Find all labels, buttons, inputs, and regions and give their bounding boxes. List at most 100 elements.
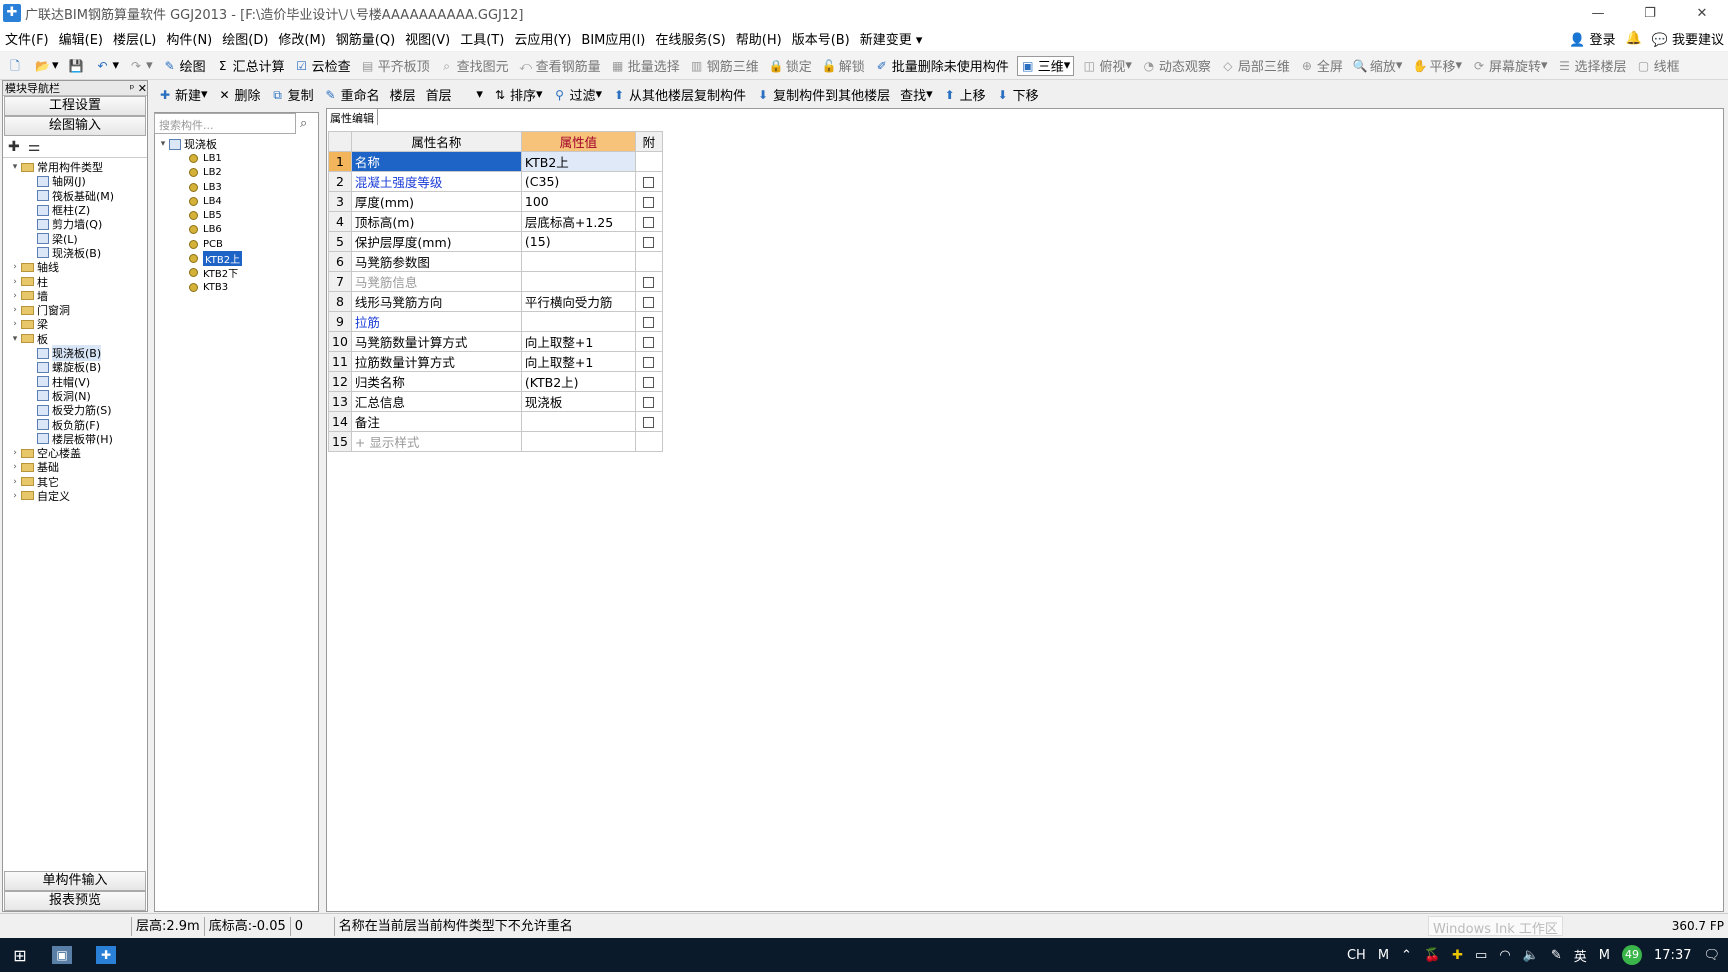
windows-ink-workspace[interactable]: Windows Ink 工作区: [1428, 916, 1563, 937]
nav-tree-item[interactable]: › 其它: [3, 475, 147, 489]
menu-item-8[interactable]: 工具(T): [455, 29, 509, 48]
nav-tree-item[interactable]: 板受力筋(S): [3, 403, 147, 417]
table-row[interactable]: 15 + 显示样式: [328, 431, 663, 452]
prop-value-cell[interactable]: (C35): [520, 171, 636, 192]
filter-button[interactable]: ⚲ 过滤 ▾: [548, 83, 608, 107]
attach-checkbox[interactable]: [643, 357, 655, 368]
menu-item-0[interactable]: 文件(F): [0, 29, 54, 48]
undo-icon[interactable]: ↶ ▾: [91, 54, 125, 78]
prop-name-cell[interactable]: 汇总信息: [350, 391, 522, 412]
lang-indicator[interactable]: 英: [1574, 946, 1587, 965]
expand-all-icon[interactable]: ✚: [8, 139, 20, 155]
dynamic-view-button[interactable]: ◔ 动态观察: [1137, 54, 1216, 78]
component-item[interactable]: KTB3: [157, 280, 242, 294]
prop-value-cell[interactable]: [520, 251, 636, 272]
prop-value-cell[interactable]: [520, 271, 636, 292]
nav-tree-item[interactable]: › 空心楼盖: [3, 446, 147, 460]
copy-button[interactable]: ⧉ 复制: [266, 83, 319, 107]
component-item[interactable]: LB5: [157, 208, 242, 222]
save-icon[interactable]: 💾: [64, 54, 91, 78]
table-row[interactable]: 12 归类名称 (KTB2上): [328, 371, 663, 392]
table-row[interactable]: 4 顶标高(m) 层底标高+1.25: [328, 211, 663, 232]
component-item[interactable]: KTB2上: [157, 251, 243, 267]
component-item[interactable]: LB3: [157, 180, 242, 194]
nav-tree-item[interactable]: 螺旋板(B): [3, 360, 147, 374]
taskbar-app-1[interactable]: ▣: [40, 938, 84, 972]
prop-value-cell[interactable]: 向上取整+1: [520, 351, 636, 372]
component-item[interactable]: KTB2下: [157, 266, 242, 280]
nav-tree-item[interactable]: 板洞(N): [3, 389, 147, 403]
attach-checkbox[interactable]: [643, 177, 655, 188]
table-row[interactable]: 6 马凳筋参数图: [328, 251, 663, 272]
table-row[interactable]: 5 保护层厚度(mm) (15): [328, 231, 663, 252]
tray-plus-icon[interactable]: ✚: [1452, 948, 1463, 963]
nav-tree-item[interactable]: 框柱(Z): [3, 203, 147, 217]
prop-value-cell[interactable]: 100: [520, 191, 636, 212]
menu-item-5[interactable]: 修改(M): [273, 29, 330, 48]
attach-checkbox[interactable]: [643, 317, 655, 328]
component-tree-root[interactable]: ▾ 现浇板: [157, 137, 242, 151]
expand-toggle-icon[interactable]: ›: [9, 462, 21, 472]
copy-to-floor-button[interactable]: ⬇ 复制构件到其他楼层: [751, 83, 895, 107]
nav-tree-item[interactable]: › 门窗洞: [3, 303, 147, 317]
nav-tree-item[interactable]: 现浇板(B): [3, 246, 147, 260]
search-input[interactable]: 搜索构件...: [154, 113, 296, 134]
nav-tree-item[interactable]: 楼层板带(H): [3, 432, 147, 446]
tray-up-icon[interactable]: ⌃: [1401, 948, 1412, 963]
prop-value-cell[interactable]: [520, 411, 636, 432]
close-panel-icon[interactable]: ✕: [138, 82, 147, 95]
expand-toggle-icon[interactable]: ›: [9, 448, 21, 458]
attach-checkbox[interactable]: [643, 417, 655, 428]
prop-name-cell[interactable]: 厚度(mm): [350, 191, 522, 212]
collapse-all-icon[interactable]: ⚌: [28, 139, 41, 155]
prop-value-cell[interactable]: [520, 431, 636, 452]
attach-checkbox[interactable]: [643, 297, 655, 308]
redo-icon[interactable]: ↷ ▾: [124, 54, 158, 78]
clock[interactable]: 17:37: [1654, 948, 1691, 963]
expand-toggle-icon[interactable]: ›: [9, 305, 21, 315]
ime-ch[interactable]: CH: [1347, 948, 1366, 963]
tray-app-icon[interactable]: 🍒: [1424, 948, 1440, 963]
menu-item-6[interactable]: 钢筋量(Q): [331, 29, 400, 48]
prop-value-cell[interactable]: (KTB2上): [520, 371, 636, 392]
attach-checkbox[interactable]: [643, 337, 655, 348]
pen-icon[interactable]: ✎: [1551, 948, 1562, 963]
floor-select[interactable]: 首层 ▾: [421, 83, 488, 107]
prop-name-cell[interactable]: 线形马凳筋方向: [350, 291, 522, 312]
nav-tree-item[interactable]: › 轴线: [3, 260, 147, 274]
find-element-button[interactable]: ⌕ 查找图元: [435, 54, 514, 78]
table-row[interactable]: 8 线形马凳筋方向 平行横向受力筋: [328, 291, 663, 312]
col-prop-name[interactable]: 属性名称: [350, 131, 522, 152]
table-row[interactable]: 1 名称 KTB2上: [328, 151, 663, 172]
table-row[interactable]: 2 混凝土强度等级 (C35): [328, 171, 663, 192]
menu-item-2[interactable]: 楼层(L): [108, 29, 161, 48]
rebar-3d-button[interactable]: ▥ 钢筋三维: [685, 54, 764, 78]
taskbar-app-ggj[interactable]: ✚: [84, 938, 128, 972]
report-preview-button[interactable]: 报表预览: [4, 891, 146, 911]
sum-calc-button[interactable]: Σ 汇总计算: [211, 54, 290, 78]
table-row[interactable]: 13 汇总信息 现浇板: [328, 391, 663, 412]
menu-item-11[interactable]: 在线服务(S): [650, 29, 730, 48]
attach-checkbox[interactable]: [643, 197, 655, 208]
suggest-button[interactable]: 💬 我要建议: [1652, 29, 1724, 48]
lock-button[interactable]: 🔒 锁定: [764, 54, 817, 78]
table-row[interactable]: 11 拉筋数量计算方式 向上取整+1: [328, 351, 663, 372]
close-button[interactable]: ✕: [1676, 0, 1728, 26]
col-prop-value[interactable]: 属性值: [520, 131, 636, 152]
local-3d-button[interactable]: ◇ 局部三维: [1216, 54, 1295, 78]
project-settings-button[interactable]: 工程设置: [4, 96, 146, 116]
prop-name-cell[interactable]: 马凳筋信息: [350, 271, 522, 292]
nav-tree-item[interactable]: 轴网(J): [3, 174, 147, 188]
menu-item-13[interactable]: 版本号(B): [787, 29, 855, 48]
prop-name-cell[interactable]: 拉筋数量计算方式: [350, 351, 522, 372]
nav-tree-item[interactable]: 剪力墙(Q): [3, 217, 147, 231]
notification-badge[interactable]: 49: [1622, 945, 1643, 965]
move-down-button[interactable]: ⬇ 下移: [991, 83, 1044, 107]
rotate-button[interactable]: ⟳ 屏幕旋转 ▾: [1467, 54, 1553, 78]
rename-button[interactable]: ✎ 重命名: [319, 83, 385, 107]
menu-item-10[interactable]: BIM应用(I): [576, 29, 650, 48]
attach-checkbox[interactable]: [643, 277, 655, 288]
nav-tree-item[interactable]: 现浇板(B): [3, 345, 147, 362]
menu-item-9[interactable]: 云应用(Y): [509, 29, 576, 48]
select-floor-button[interactable]: ☰ 选择楼层: [1553, 54, 1632, 78]
